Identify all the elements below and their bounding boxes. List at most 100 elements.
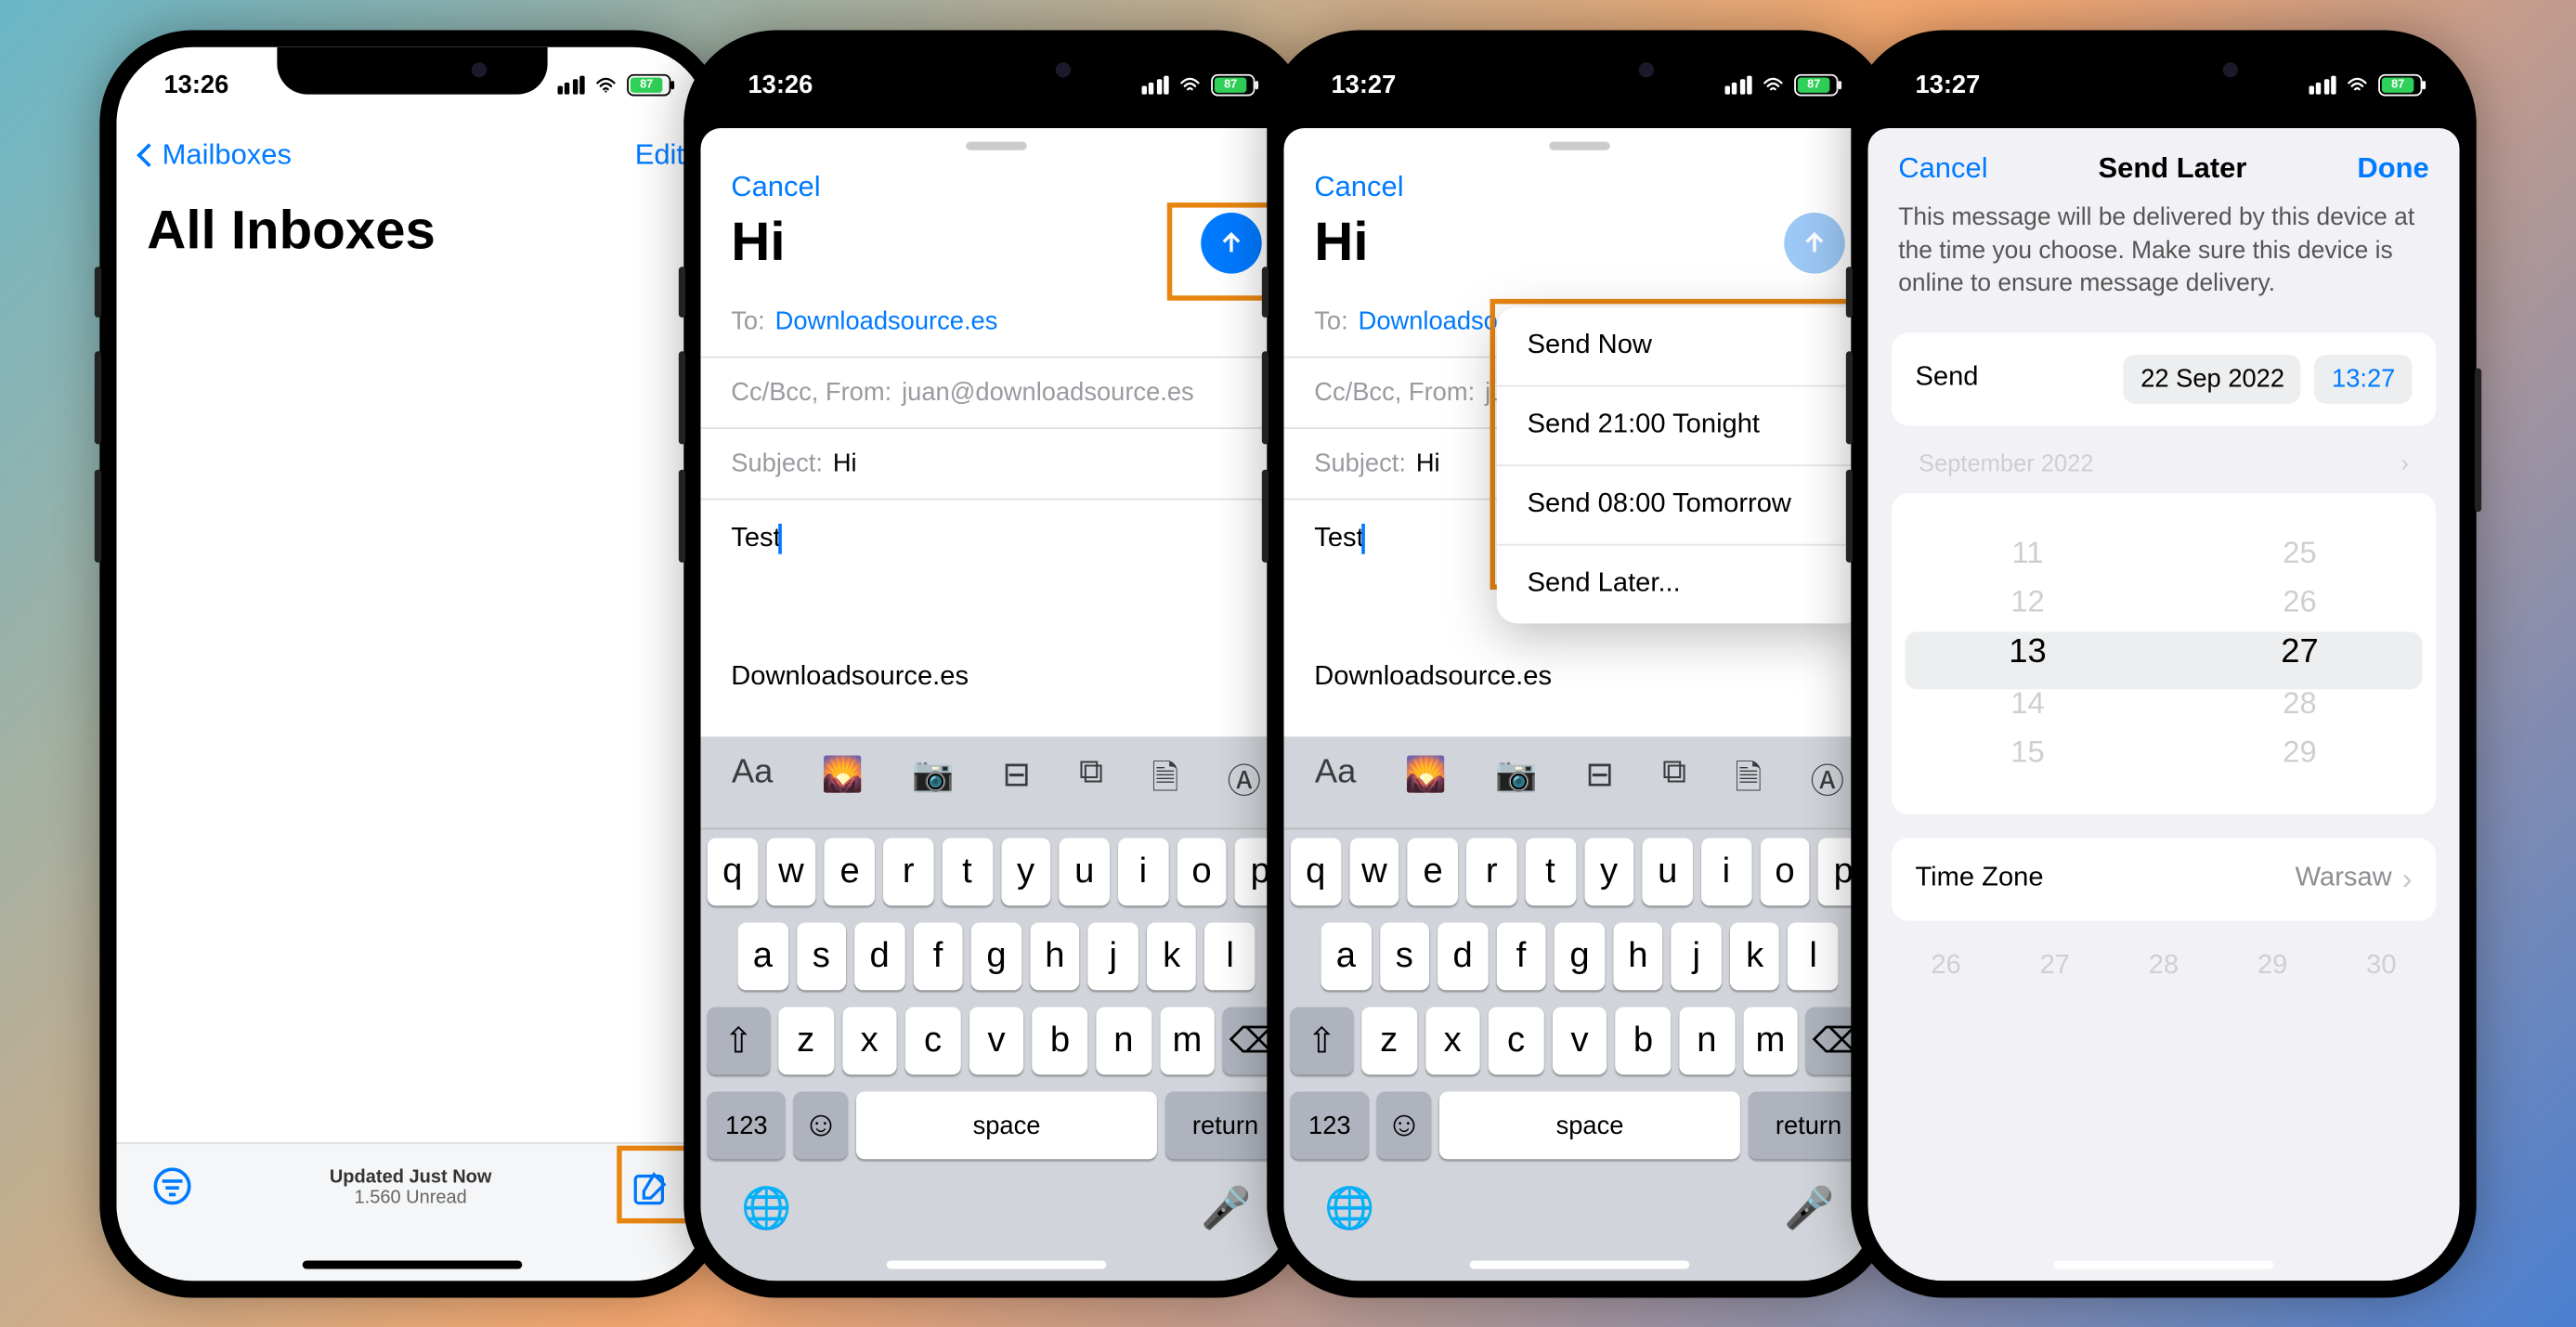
key-u[interactable]: u — [1059, 838, 1109, 905]
sheet-handle[interactable] — [1550, 141, 1611, 150]
key-m[interactable]: m — [1743, 1007, 1798, 1074]
time-chip[interactable]: 13:27 — [2315, 354, 2413, 403]
photo-icon[interactable]: 🌄 — [821, 753, 863, 811]
subject-field[interactable]: Subject: Hi — [700, 429, 1292, 500]
globe-icon[interactable]: 🌐 — [741, 1184, 791, 1233]
document-icon[interactable]: 🗎 — [1151, 753, 1178, 811]
key-i[interactable]: i — [1117, 838, 1167, 905]
key-j[interactable]: j — [1087, 922, 1138, 990]
key-f[interactable]: f — [913, 922, 963, 990]
body-input[interactable]: Test — [700, 500, 1292, 578]
scan-text-icon[interactable]: ⊟ — [1586, 753, 1615, 811]
key-j[interactable]: j — [1672, 922, 1722, 990]
text-format-icon[interactable]: Aa — [1315, 753, 1357, 811]
document-icon[interactable]: 🗎 — [1736, 753, 1763, 811]
key-n[interactable]: n — [1680, 1007, 1735, 1074]
key-a[interactable]: a — [1321, 922, 1372, 990]
key-k[interactable]: k — [1730, 922, 1780, 990]
key-t[interactable]: t — [1526, 838, 1576, 905]
key-r[interactable]: r — [1467, 838, 1517, 905]
shift-key[interactable]: ⇧ — [1291, 1007, 1353, 1074]
wheel-hours[interactable]: 11 12 13 14 15 — [1892, 509, 2164, 796]
key-o[interactable]: o — [1177, 838, 1227, 905]
key-t[interactable]: t — [942, 838, 992, 905]
cancel-button[interactable]: Cancel — [700, 150, 1292, 211]
markup-icon[interactable]: Ⓐ — [1227, 753, 1260, 811]
date-chip[interactable]: 22 Sep 2022 — [2124, 354, 2301, 403]
wheel-minutes[interactable]: 25 26 27 28 29 — [2164, 509, 2436, 796]
compose-button[interactable] — [631, 1167, 671, 1208]
key-d[interactable]: d — [854, 922, 904, 990]
key-n[interactable]: n — [1096, 1007, 1151, 1074]
mic-icon[interactable]: 🎤 — [1201, 1184, 1251, 1233]
home-indicator[interactable] — [1470, 1260, 1690, 1268]
home-indicator[interactable] — [2054, 1260, 2274, 1268]
space-key[interactable]: space — [1440, 1091, 1740, 1159]
numbers-key[interactable]: 123 — [707, 1091, 785, 1159]
emoji-key[interactable]: ☺ — [1377, 1091, 1431, 1159]
filter-icon[interactable] — [153, 1167, 190, 1204]
key-v[interactable]: v — [969, 1007, 1023, 1074]
home-indicator[interactable] — [302, 1260, 522, 1268]
time-picker-wheel[interactable]: 11 12 13 14 15 25 26 27 28 29 — [1892, 492, 2436, 813]
send-button[interactable] — [1785, 212, 1846, 273]
key-u[interactable]: u — [1643, 838, 1693, 905]
key-g[interactable]: g — [1555, 922, 1605, 990]
photo-icon[interactable]: 🌄 — [1405, 753, 1447, 811]
key-f[interactable]: f — [1497, 922, 1547, 990]
keyboard[interactable]: Aa 🌄 📷 ⊟ ⧉ 🗎 Ⓐ qwertyuiop asdfghjkl ⇧ zx… — [700, 736, 1292, 1281]
key-g[interactable]: g — [971, 922, 1021, 990]
key-y[interactable]: y — [1584, 838, 1634, 905]
send-button[interactable] — [1201, 212, 1262, 273]
to-field[interactable]: To: Downloadsource.es — [700, 287, 1292, 358]
cancel-button[interactable]: Cancel — [1898, 151, 1987, 185]
popup-send-later[interactable]: Send Later... — [1497, 545, 1866, 623]
key-e[interactable]: e — [825, 838, 875, 905]
key-x[interactable]: x — [1425, 1007, 1480, 1074]
key-s[interactable]: s — [796, 922, 846, 990]
key-i[interactable]: i — [1701, 838, 1751, 905]
key-y[interactable]: y — [1000, 838, 1050, 905]
cc-field[interactable]: Cc/Bcc, From: juan@downloadsource.es — [700, 358, 1292, 428]
key-q[interactable]: q — [1291, 838, 1341, 905]
sheet-handle[interactable] — [966, 141, 1027, 150]
key-l[interactable]: l — [1789, 922, 1839, 990]
globe-icon[interactable]: 🌐 — [1325, 1184, 1375, 1233]
key-b[interactable]: b — [1616, 1007, 1671, 1074]
numbers-key[interactable]: 123 — [1291, 1091, 1369, 1159]
key-h[interactable]: h — [1030, 922, 1080, 990]
text-format-icon[interactable]: Aa — [731, 753, 773, 811]
key-k[interactable]: k — [1146, 922, 1196, 990]
key-h[interactable]: h — [1613, 922, 1663, 990]
scan-doc-icon[interactable]: ⧉ — [1662, 753, 1686, 811]
popup-send-now[interactable]: Send Now — [1497, 306, 1866, 386]
keyboard[interactable]: Aa 🌄 📷 ⊟ ⧉ 🗎 Ⓐ qwertyuiop asdfghjkl ⇧ zx… — [1284, 736, 1876, 1281]
key-c[interactable]: c — [1489, 1007, 1543, 1074]
timezone-row[interactable]: Time Zone Warsaw › — [1892, 837, 2436, 919]
back-button[interactable]: Mailboxes — [140, 137, 292, 171]
key-b[interactable]: b — [1032, 1007, 1086, 1074]
edit-button[interactable]: Edit — [634, 137, 683, 171]
home-indicator[interactable] — [886, 1260, 1106, 1268]
key-m[interactable]: m — [1159, 1007, 1214, 1074]
key-q[interactable]: q — [707, 838, 757, 905]
key-d[interactable]: d — [1438, 922, 1489, 990]
key-z[interactable]: z — [778, 1007, 833, 1074]
key-z[interactable]: z — [1361, 1007, 1416, 1074]
key-x[interactable]: x — [841, 1007, 896, 1074]
emoji-key[interactable]: ☺ — [794, 1091, 848, 1159]
key-r[interactable]: r — [883, 838, 933, 905]
camera-icon[interactable]: 📷 — [1495, 753, 1537, 811]
key-l[interactable]: l — [1204, 922, 1255, 990]
key-v[interactable]: v — [1553, 1007, 1607, 1074]
key-s[interactable]: s — [1380, 922, 1430, 990]
key-w[interactable]: w — [766, 838, 816, 905]
mic-icon[interactable]: 🎤 — [1785, 1184, 1835, 1233]
key-c[interactable]: c — [905, 1007, 960, 1074]
camera-icon[interactable]: 📷 — [912, 753, 954, 811]
scan-text-icon[interactable]: ⊟ — [1002, 753, 1031, 811]
scan-doc-icon[interactable]: ⧉ — [1079, 753, 1103, 811]
key-e[interactable]: e — [1408, 838, 1458, 905]
popup-send-tonight[interactable]: Send 21:00 Tonight — [1497, 386, 1866, 466]
key-a[interactable]: a — [737, 922, 787, 990]
